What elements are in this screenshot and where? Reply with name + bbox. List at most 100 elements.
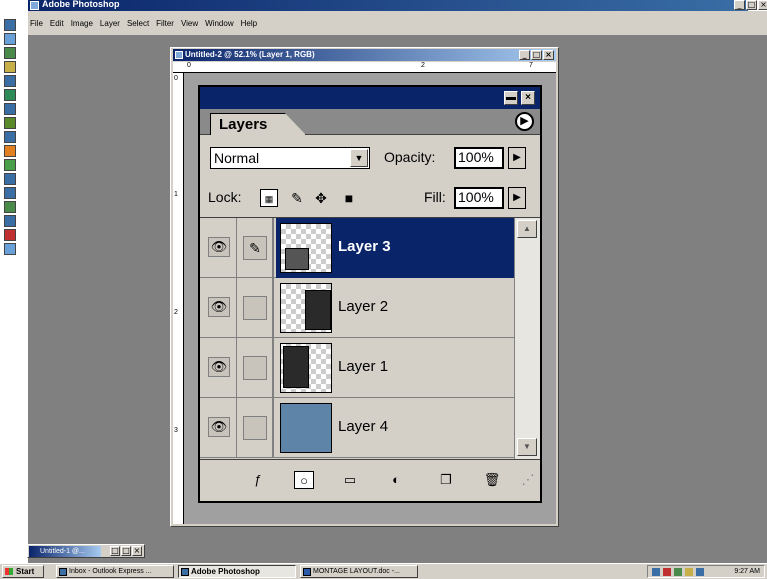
min-restore-button[interactable]: □ [110,546,120,556]
app-titlebar: Adobe Photoshop _ □ × [0,0,767,11]
min-close-button[interactable]: × [132,546,142,556]
menu-view[interactable]: View [181,19,198,28]
layer-name[interactable]: Layer 2 [338,298,388,315]
link-toggle[interactable]: ✎ [238,218,274,278]
layer-main[interactable]: Layer 1 [276,338,514,398]
menu-image[interactable]: Image [71,19,93,28]
menu-file[interactable]: File [30,19,43,28]
app-icon-10[interactable] [4,173,16,185]
layer-thumbnail [280,283,332,333]
minimized-window[interactable]: Untitled-1 @... □ □ × [27,544,145,558]
layer-name[interactable]: Layer 1 [338,358,388,375]
excel-icon[interactable] [4,89,16,101]
app-icon-13[interactable] [4,215,16,227]
layer-row-layer-3[interactable]: 👁 ✎ Layer 3 [200,218,514,278]
vertical-ruler: 0 1 2 3 [173,73,184,524]
lock-transparency-icon[interactable]: ▦ [260,189,278,207]
tray-icon-5[interactable] [696,568,704,576]
app-icon-12[interactable] [4,201,16,213]
app-minimize-button[interactable]: _ [734,0,745,10]
app-title-bar-fill[interactable]: Adobe Photoshop [28,0,748,11]
layer-row-layer-1[interactable]: 👁 Layer 1 [200,338,514,398]
app-icon-11[interactable] [4,187,16,199]
menu-select[interactable]: Select [127,19,149,28]
tray-network-icon[interactable] [652,568,660,576]
link-toggle[interactable] [238,278,274,338]
trash-icon[interactable]: 🗑 [482,471,502,489]
task-montage-layout-doc[interactable]: MONTAGE LAYOUT.doc -... [300,565,418,578]
tab-layers[interactable]: Layers [210,113,306,135]
visibility-toggle[interactable]: 👁 [200,218,237,278]
min-maximize-button[interactable]: □ [121,546,131,556]
lock-all-icon[interactable]: ■ [340,189,358,207]
menu-edit[interactable]: Edit [50,19,64,28]
palette-menu-button[interactable]: ▶ [515,112,534,131]
menu-help[interactable]: Help [241,19,257,28]
layer-list-scrollbar[interactable]: ▲ ▼ [514,218,540,460]
app-restore-button[interactable]: □ [746,0,757,10]
chevron-down-icon[interactable]: ▼ [350,149,368,167]
menu-window[interactable]: Window [205,19,233,28]
layer-main[interactable]: Layer 4 [276,398,514,458]
task-outlook-express[interactable]: Inbox - Outlook Express ... [56,565,174,578]
scroll-up-button[interactable]: ▲ [517,220,537,238]
visibility-toggle[interactable]: 👁 [200,398,237,458]
opacity-input[interactable]: 100% [454,147,504,169]
layer-thumbnail [280,403,332,453]
tray-icon-3[interactable] [674,568,682,576]
layer-row-layer-2[interactable]: 👁 Layer 2 [200,278,514,338]
opacity-slider-button[interactable]: ▶ [508,147,526,169]
adjustment-layer-icon[interactable]: ◐ [386,471,406,489]
link-toggle[interactable] [238,338,274,398]
visibility-toggle[interactable]: 👁 [200,278,237,338]
menu-layer[interactable]: Layer [100,19,120,28]
layer-name[interactable]: Layer 4 [338,418,388,435]
app-close-button[interactable]: × [758,0,767,10]
app-icon-3[interactable] [4,61,16,73]
visibility-toggle[interactable]: 👁 [200,338,237,398]
mask-icon[interactable]: ○ [294,471,314,489]
ie-icon[interactable] [4,19,16,31]
palette-minimize-button[interactable]: ▬ [504,91,518,105]
layer-name[interactable]: Layer 3 [338,238,391,255]
ruler-v-label: 3 [174,427,178,434]
tray-icon-2[interactable] [663,568,671,576]
palette-title-bar[interactable]: ▬ × [200,87,540,109]
lock-move-icon[interactable]: ✥ [312,189,330,207]
app-icon-1[interactable] [4,33,16,45]
app-icon-2[interactable] [4,47,16,59]
palette-close-button[interactable]: × [521,91,535,105]
lock-paint-brush-icon[interactable]: ✎ [288,189,306,207]
scroll-down-button[interactable]: ▼ [517,438,537,456]
app-icon-8[interactable] [4,145,16,157]
layer-main[interactable]: Layer 2 [276,278,514,338]
layer-main[interactable]: Layer 3 [276,218,514,278]
menu-filter[interactable]: Filter [156,19,174,28]
fill-input[interactable]: 100% [454,187,504,209]
tray-volume-icon[interactable] [685,568,693,576]
layer-style-icon[interactable]: ƒ [248,471,268,489]
app-icon-6[interactable] [4,117,16,129]
doc-maximize-button[interactable]: □ [531,50,542,60]
app-icon-14[interactable] [4,229,16,241]
layer-row-layer-4[interactable]: 👁 Layer 4 [200,398,514,458]
document-title-bar[interactable]: Untitled-2 @ 52.1% (Layer 1, RGB) _ □ × [173,49,556,61]
fill-slider-button[interactable]: ▶ [508,187,526,209]
app-icon-15[interactable] [4,243,16,255]
app-icon-4[interactable] [4,75,16,87]
doc-minimize-button[interactable]: _ [519,50,530,60]
new-layer-icon[interactable]: ❐ [436,471,456,489]
task-adobe-photoshop[interactable]: Adobe Photoshop [178,565,296,578]
clock[interactable]: 9:27 AM [734,566,760,577]
app-icon-7[interactable] [4,131,16,143]
start-button[interactable]: Start [2,565,44,578]
app-icon-5[interactable] [4,103,16,115]
doc-close-button[interactable]: × [543,50,554,60]
new-set-icon[interactable]: ▭ [340,471,360,489]
blend-mode-select[interactable]: Normal ▼ [210,147,370,169]
link-toggle[interactable] [238,398,274,458]
layer-thumbnail [280,223,332,273]
word-icon [303,568,311,576]
resize-grip-icon[interactable]: ⋰ [518,471,538,489]
app-icon-9[interactable] [4,159,16,171]
